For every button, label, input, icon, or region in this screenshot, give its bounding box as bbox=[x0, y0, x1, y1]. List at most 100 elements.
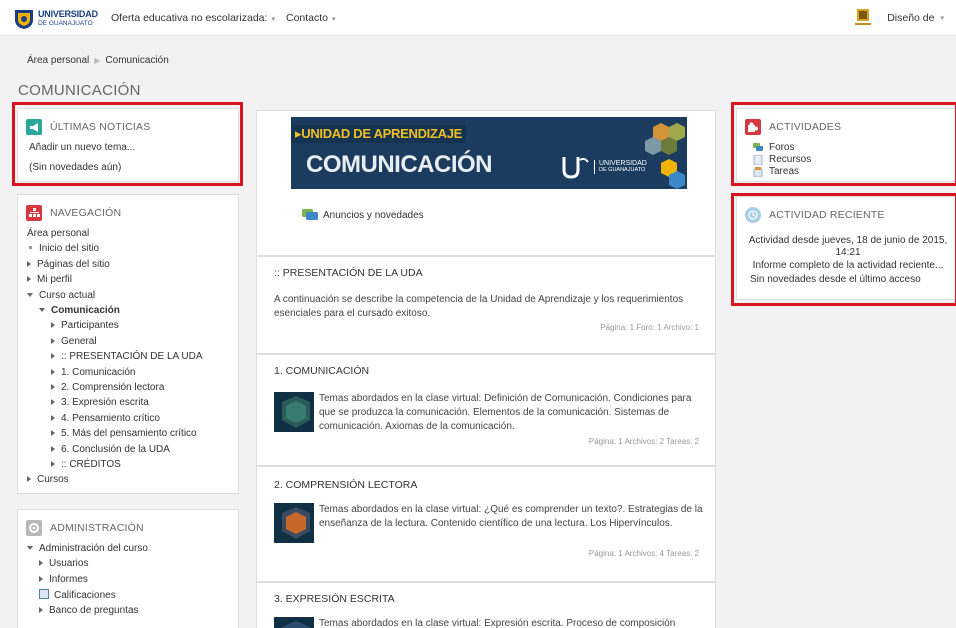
tree-item-label: Páginas del sitio bbox=[37, 258, 110, 270]
menu-contacto[interactable]: Contacto ▾ bbox=[286, 12, 336, 24]
tree-item-label: Mi perfil bbox=[37, 274, 73, 286]
tree-item[interactable]: Comunicación bbox=[39, 305, 120, 316]
expand-arrow-icon bbox=[51, 322, 55, 329]
recent-activity-block: ACTIVIDAD RECIENTE Actividad desde jueve… bbox=[736, 196, 956, 300]
latest-news-block: ÚLTIMAS NOTICIAS Añadir un nuevo tema...… bbox=[17, 108, 239, 182]
tree-item-label: Usuarios bbox=[49, 558, 89, 570]
tree-item[interactable]: Curso actual bbox=[27, 290, 95, 301]
expand-arrow-icon bbox=[27, 476, 31, 483]
activity-label: Foros bbox=[769, 142, 795, 153]
tree-item-label: Banco de preguntas bbox=[49, 604, 139, 616]
menu-oferta-educativa[interactable]: Oferta educativa no escolarizada: ▾ bbox=[111, 12, 275, 24]
university-logo[interactable]: UNIVERSIDAD DE GUANAJUATO bbox=[14, 8, 98, 30]
tree-item-label: :: PRESENTACIÓN DE LA UDA bbox=[61, 351, 203, 363]
logo-line1: UNIVERSIDAD bbox=[38, 9, 98, 19]
clock-icon bbox=[745, 207, 761, 223]
tree-item-label: Área personal bbox=[27, 228, 90, 239]
tree-item-label: 1. Comunicación bbox=[61, 366, 136, 378]
section-activity-counts: Página: 1 Foro: 1 Archivo: 1 bbox=[600, 323, 699, 332]
activity-resources-link[interactable]: Recursos bbox=[753, 154, 811, 165]
chevron-down-icon: ▾ bbox=[271, 16, 275, 23]
course-banner: ▸UNIDAD DE APRENDIZAJE COMUNICACIÓN UNIV… bbox=[291, 117, 687, 189]
tree-item-label: Cursos bbox=[37, 474, 69, 486]
tree-item-label: 2. Comprensión lectora bbox=[61, 382, 165, 393]
full-report-link[interactable]: Informe completo de la actividad recient… bbox=[737, 260, 956, 271]
expand-arrow-icon bbox=[39, 606, 43, 613]
section-title[interactable]: 2. COMPRENSIÓN LECTORA bbox=[274, 479, 417, 491]
expand-arrow-icon bbox=[51, 414, 55, 421]
sitemap-icon bbox=[26, 205, 42, 221]
section-thumbnail bbox=[274, 617, 314, 628]
chevron-down-icon: ▾ bbox=[940, 15, 944, 22]
tree-item[interactable]: Cursos bbox=[27, 474, 69, 485]
section-summary: Temas abordados en la clase virtual: Exp… bbox=[319, 618, 676, 628]
expand-arrow-icon bbox=[51, 384, 55, 390]
tree-item[interactable]: 5. Más del pensamiento crítico bbox=[51, 428, 197, 439]
puzzle-icon bbox=[745, 119, 761, 135]
tree-item[interactable]: Informes bbox=[39, 574, 88, 585]
tree-item[interactable]: Banco de preguntas bbox=[39, 605, 139, 616]
expand-arrow-icon bbox=[27, 276, 31, 283]
tree-item[interactable]: 2. Comprensión lectora bbox=[51, 382, 164, 393]
recent-activity-title: ACTIVIDAD RECIENTE bbox=[769, 209, 885, 221]
breadcrumb-separator-icon: ▶ bbox=[94, 55, 101, 65]
tree-item-label: General bbox=[61, 335, 97, 347]
top-navbar: UNIVERSIDAD DE GUANAJUATO Oferta educati… bbox=[0, 0, 956, 36]
breadcrumb-comunicacion[interactable]: Comunicación bbox=[105, 55, 168, 66]
banner-ug-line2: DE GUANAJUATO bbox=[599, 167, 646, 173]
administration-block: ADMINISTRACIÓN Administración del curso U… bbox=[17, 509, 239, 628]
section-thumbnail bbox=[274, 392, 314, 432]
tree-item[interactable]: Mi perfil bbox=[27, 274, 72, 285]
banner-university-mark: UNIVERSIDAD DE GUANAJUATO bbox=[561, 154, 681, 180]
section-presentacion: :: PRESENTACIÓN DE LA UDA A continuación… bbox=[256, 256, 716, 354]
expand-arrow-icon bbox=[27, 260, 31, 267]
tree-item[interactable]: 1. Comunicación bbox=[51, 367, 135, 378]
tree-item-label: Curso actual bbox=[39, 289, 96, 301]
section-expresion-escrita: 3. EXPRESIÓN ESCRITA Temas abordados en … bbox=[256, 582, 716, 628]
expand-arrow-icon bbox=[51, 353, 55, 360]
page-title: COMUNICACIÓN bbox=[18, 82, 141, 99]
tree-item[interactable]: 6. Conclusión de la UDA bbox=[51, 444, 170, 455]
tree-item[interactable]: Participantes bbox=[51, 320, 119, 331]
user-menu[interactable]: Diseño de ▾ bbox=[855, 8, 944, 28]
recent-since-line1: Actividad desde jueves, 18 de junio de 2… bbox=[748, 235, 948, 246]
tree-item[interactable]: General bbox=[51, 336, 97, 347]
tree-item[interactable]: 4. Pensamiento crítico bbox=[51, 413, 160, 424]
breadcrumb-area-personal[interactable]: Área personal bbox=[27, 55, 89, 66]
section-title[interactable]: 3. EXPRESIÓN ESCRITA bbox=[274, 593, 395, 605]
latest-news-title: ÚLTIMAS NOTICIAS bbox=[50, 121, 151, 133]
forum-icon bbox=[753, 142, 763, 151]
tree-item[interactable]: Área personal bbox=[27, 228, 89, 239]
add-topic-link[interactable]: Añadir un nuevo tema... bbox=[29, 142, 135, 153]
tree-item[interactable]: Usuarios bbox=[39, 558, 88, 569]
tree-item[interactable]: :: PRESENTACIÓN DE LA UDA bbox=[51, 351, 203, 362]
tree-item[interactable]: Calificaciones bbox=[39, 589, 116, 601]
tree-item[interactable]: :: CRÉDITOS bbox=[51, 459, 121, 470]
tree-item-label: Comunicación bbox=[51, 305, 120, 316]
activities-title: ACTIVIDADES bbox=[769, 121, 842, 133]
tree-item[interactable]: Inicio del sitio bbox=[27, 243, 99, 254]
no-news-since-text: Sin novedades desde el último acceso bbox=[750, 274, 921, 285]
announcements-label: Anuncios y novedades bbox=[323, 210, 424, 221]
section-summary: Temas abordados en la clase virtual: Def… bbox=[319, 393, 692, 432]
tree-item-label: Calificaciones bbox=[54, 590, 116, 602]
tree-item[interactable]: 3. Expresión escrita bbox=[51, 397, 149, 408]
section-title[interactable]: :: PRESENTACIÓN DE LA UDA bbox=[274, 267, 423, 279]
chevron-down-icon: ▾ bbox=[332, 16, 336, 23]
tree-item[interactable]: Páginas del sitio bbox=[27, 259, 110, 270]
section-title[interactable]: 1. COMUNICACIÓN bbox=[274, 365, 369, 377]
university-shield-icon bbox=[15, 10, 33, 29]
collapse-arrow-icon bbox=[27, 546, 33, 550]
section-thumbnail bbox=[274, 503, 314, 543]
announcements-forum-link[interactable]: Anuncios y novedades bbox=[302, 209, 424, 222]
banner-tag-text: UNIDAD DE APRENDIZAJE bbox=[301, 126, 463, 141]
expand-arrow-icon bbox=[51, 399, 55, 406]
tree-item-label: :: CRÉDITOS bbox=[61, 459, 121, 470]
gears-icon bbox=[26, 519, 42, 536]
tree-item-label: 6. Conclusión de la UDA bbox=[61, 443, 170, 455]
activity-forums-link[interactable]: Foros bbox=[753, 142, 795, 153]
user-name: Diseño de bbox=[887, 12, 935, 24]
activity-assignments-link[interactable]: Tareas bbox=[753, 166, 799, 177]
section-activity-counts: Página: 1 Archivos: 4 Tareas: 2 bbox=[588, 549, 699, 558]
tree-item[interactable]: Administración del curso bbox=[27, 543, 148, 554]
